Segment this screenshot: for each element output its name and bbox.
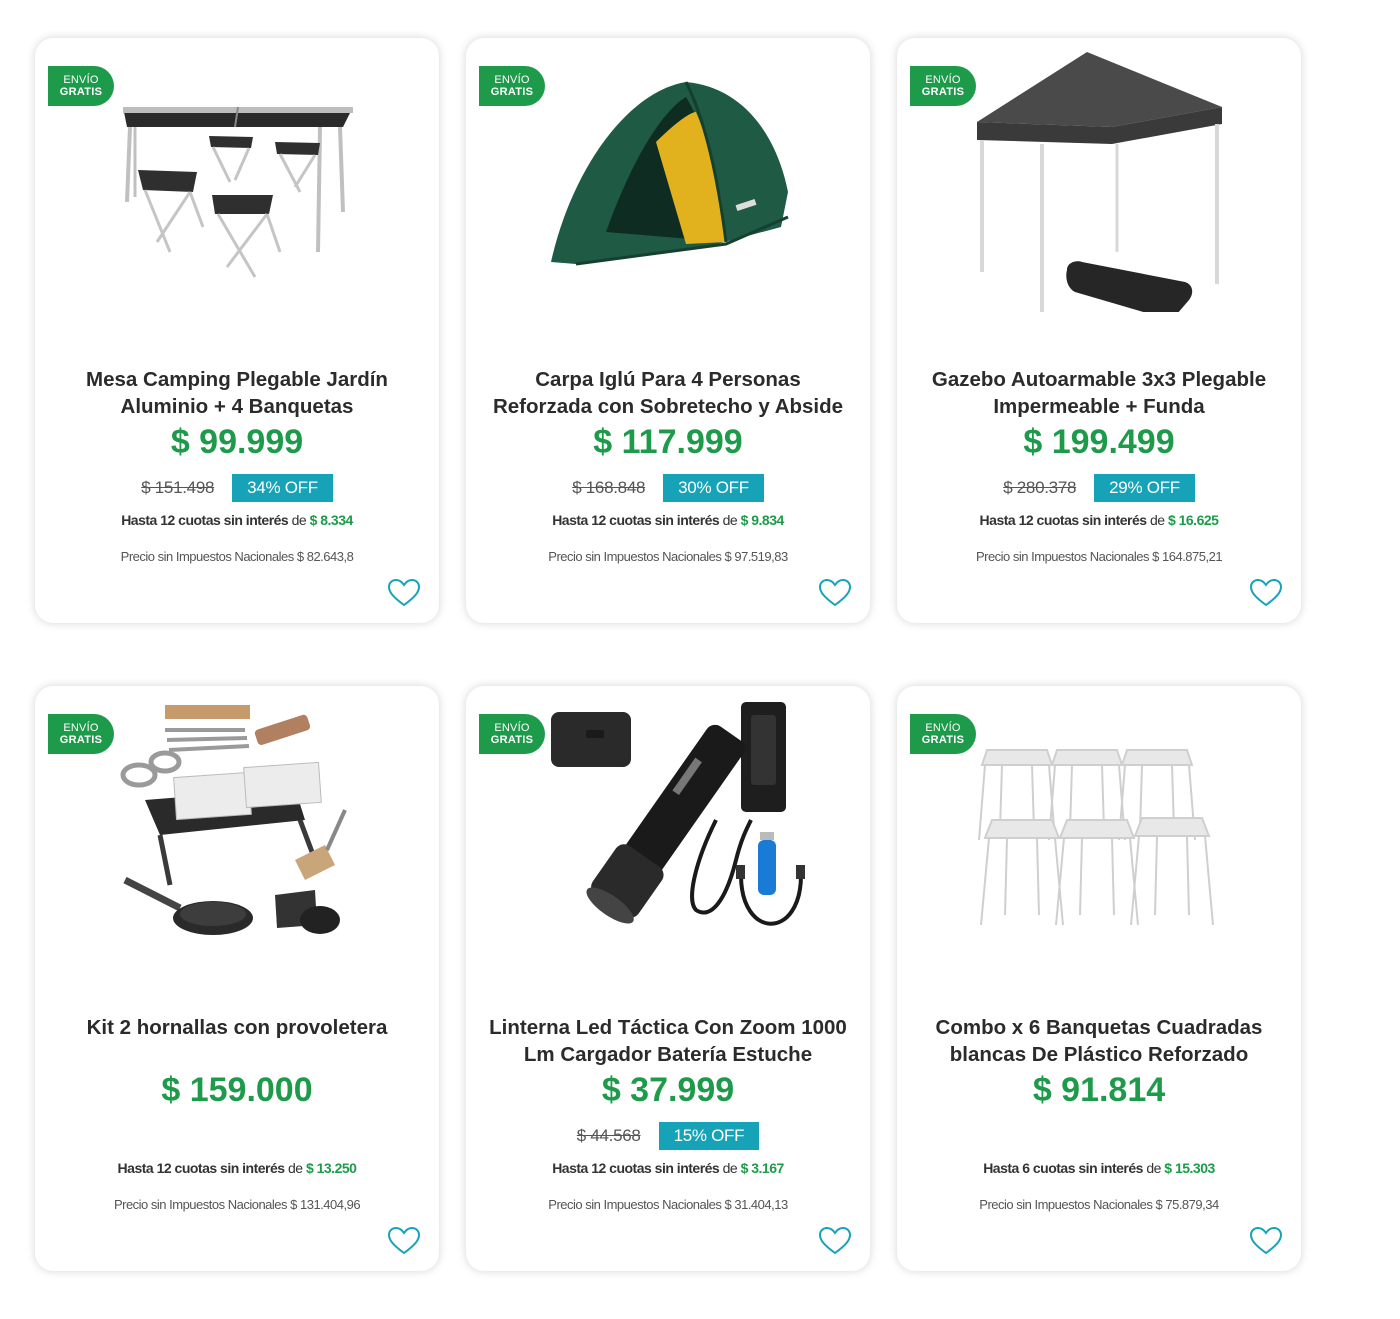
discount-badge: 15% OFF bbox=[658, 1122, 760, 1150]
product-title[interactable]: Linterna Led Táctica Con Zoom 1000 Lm Ca… bbox=[474, 1014, 862, 1068]
product-price: $ 117.999 bbox=[593, 423, 743, 461]
discount-row: $ 168.848 30% OFF bbox=[466, 474, 870, 502]
tax-free-price: Precio sin Impuestos Nacionales $ 97.519… bbox=[548, 549, 788, 564]
installments-info: Hasta 12 cuotas sin interés de $ 13.250 bbox=[117, 1160, 357, 1176]
product-image-grill-kit[interactable] bbox=[105, 700, 395, 960]
installments-info: Hasta 12 cuotas sin interés de $ 8.334 bbox=[121, 512, 353, 528]
installments-info: Hasta 12 cuotas sin interés de $ 16.625 bbox=[979, 512, 1219, 528]
favorite-heart-icon[interactable] bbox=[818, 578, 852, 608]
old-price: $ 168.848 bbox=[572, 478, 646, 497]
discount-row: $ 280.378 29% OFF bbox=[897, 474, 1301, 502]
product-title[interactable]: Mesa Camping Plegable Jardín Aluminio + … bbox=[43, 366, 431, 420]
discount-badge: 34% OFF bbox=[232, 474, 333, 502]
product-image-tactical-flashlight[interactable] bbox=[536, 700, 826, 960]
product-card[interactable]: ENVÍO GRATIS Linterna Led Táctica Con Zo… bbox=[466, 686, 870, 1271]
tax-free-price: Precio sin Impuestos Nacionales $ 131.40… bbox=[113, 1197, 361, 1212]
product-card[interactable]: ENVÍO GRATIS Carpa Iglú Para 4 Personas … bbox=[466, 38, 870, 623]
product-image-folding-table[interactable] bbox=[105, 52, 395, 312]
old-price: $ 151.498 bbox=[141, 478, 215, 497]
product-image-dome-tent[interactable] bbox=[536, 52, 826, 312]
product-card[interactable]: ENVÍO GRATIS Combo x 6 Banquetas Cuadrad… bbox=[897, 686, 1301, 1271]
product-card[interactable]: ENVÍO GRATIS Mesa Camping Plegable Jardí… bbox=[35, 38, 439, 623]
discount-row: $ 151.498 34% OFF bbox=[35, 474, 439, 502]
product-card[interactable]: ENVÍO GRATIS Gazebo Autoarmable 3x3 Pleg… bbox=[897, 38, 1301, 623]
discount-badge: 29% OFF bbox=[1094, 474, 1195, 502]
product-image-gazebo[interactable] bbox=[967, 52, 1257, 312]
product-price: $ 199.499 bbox=[1023, 423, 1175, 461]
product-title[interactable]: Combo x 6 Banquetas Cuadradas blancas De… bbox=[905, 1014, 1293, 1068]
tax-free-price: Precio sin Impuestos Nacionales $ 75.879… bbox=[979, 1197, 1219, 1212]
product-price: $ 37.999 bbox=[601, 1071, 735, 1109]
favorite-heart-icon[interactable] bbox=[1249, 578, 1283, 608]
installments-info: Hasta 12 cuotas sin interés de $ 9.834 bbox=[552, 512, 784, 528]
old-price: $ 280.378 bbox=[1003, 478, 1077, 497]
product-title[interactable]: Gazebo Autoarmable 3x3 Plegable Impermea… bbox=[905, 366, 1293, 420]
product-grid: ENVÍO GRATIS Mesa Camping Plegable Jardí… bbox=[0, 0, 1400, 1319]
discount-row: $ 44.568 15% OFF bbox=[466, 1122, 870, 1150]
favorite-heart-icon[interactable] bbox=[818, 1226, 852, 1256]
installments-info: Hasta 12 cuotas sin interés de $ 3.167 bbox=[552, 1160, 784, 1176]
tax-free-price: Precio sin Impuestos Nacionales $ 164.87… bbox=[975, 549, 1223, 564]
product-price: $ 159.000 bbox=[161, 1071, 313, 1109]
discount-badge: 30% OFF bbox=[663, 474, 764, 502]
favorite-heart-icon[interactable] bbox=[1249, 1226, 1283, 1256]
favorite-heart-icon[interactable] bbox=[387, 1226, 421, 1256]
tax-free-price: Precio sin Impuestos Nacionales $ 82.643… bbox=[120, 549, 354, 564]
product-title[interactable]: Carpa Iglú Para 4 Personas Reforzada con… bbox=[474, 366, 862, 420]
old-price: $ 44.568 bbox=[576, 1126, 641, 1145]
product-price: $ 91.814 bbox=[1032, 1071, 1166, 1109]
product-price: $ 99.999 bbox=[170, 423, 304, 461]
product-card[interactable]: ENVÍO GRATIS Kit 2 hornallas con provole… bbox=[35, 686, 439, 1271]
favorite-heart-icon[interactable] bbox=[387, 578, 421, 608]
product-title[interactable]: Kit 2 hornallas con provoletera bbox=[43, 1014, 431, 1041]
tax-free-price: Precio sin Impuestos Nacionales $ 31.404… bbox=[548, 1197, 788, 1212]
product-image-plastic-stools[interactable] bbox=[967, 700, 1257, 960]
installments-info: Hasta 6 cuotas sin interés de $ 15.303 bbox=[983, 1160, 1215, 1176]
